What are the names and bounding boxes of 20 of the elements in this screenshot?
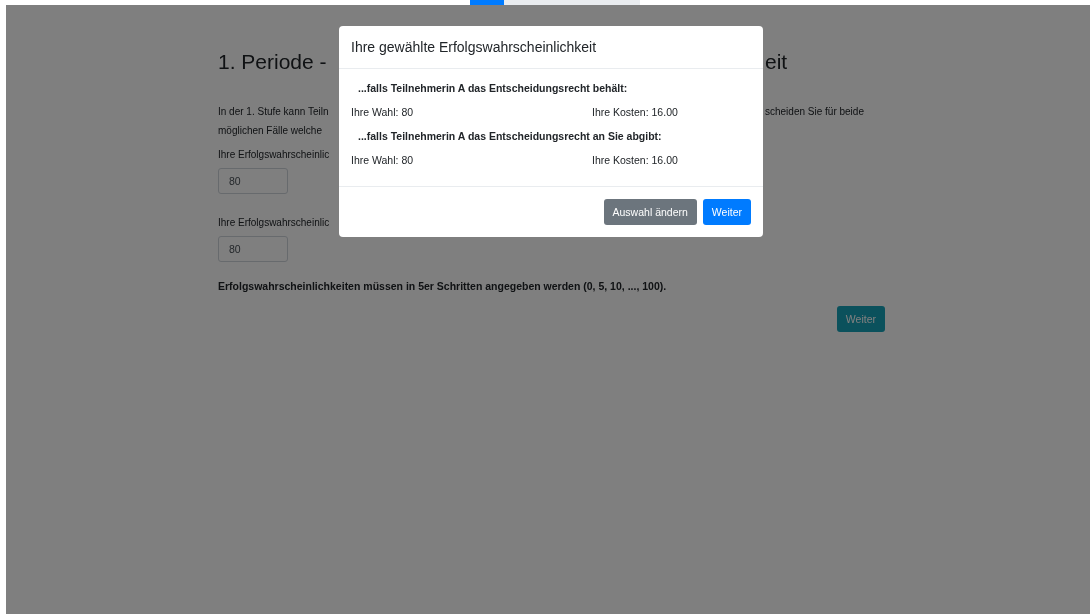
intro-text: möglichen Fälle welche: [218, 124, 322, 138]
case-heading: ...falls Teilnehmerin A das Entscheidungsrecht behält:: [357, 82, 629, 94]
step-note: Erfolgswahrscheinlichkeiten müssen in 5er Schritten angegeben werden (0, 5, 10, ..., 100).: [218, 280, 667, 292]
field-label: Ihre Erfolgswahrscheinlic: [218, 217, 330, 228]
change-button[interactable]: Auswahl ändern: [603, 199, 697, 225]
probability-field[interactable]: 80: [218, 168, 288, 194]
cost-text: Ihre Kosten: 16.00: [592, 106, 679, 118]
next-button[interactable]: Weiter: [836, 306, 885, 332]
probability-field[interactable]: 80: [218, 236, 288, 262]
case-heading: ...falls Teilnehmerin A das Entscheidungsrecht an Sie abgibt:: [357, 130, 663, 142]
page-heading: eit: [765, 50, 788, 74]
field-label: Ihre Erfolgswahrscheinlic: [218, 149, 330, 160]
choice-text: Ihre Wahl: 80: [351, 154, 415, 166]
dialog-title: Ihre gewählte Erfolgswahrscheinlichkeit: [351, 39, 597, 55]
choice-text: Ihre Wahl: 80: [351, 106, 415, 118]
cost-text: Ihre Kosten: 16.00: [592, 154, 679, 166]
page-heading: 1. Periode -: [218, 50, 327, 74]
intro-text: scheiden Sie für beide: [765, 105, 864, 119]
next-button[interactable]: Weiter: [702, 199, 751, 225]
intro-text: In der 1. Stufe kann Teiln: [218, 105, 329, 119]
